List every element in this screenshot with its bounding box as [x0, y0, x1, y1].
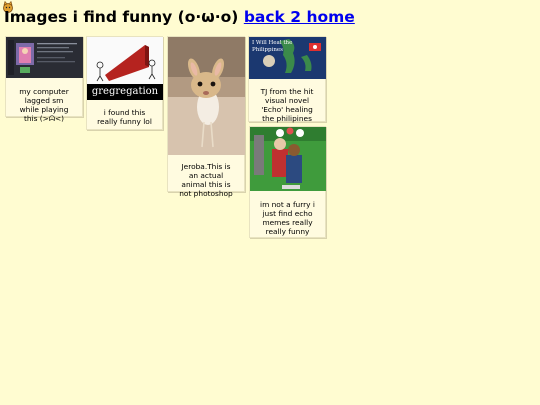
- image-caption: TJ from the hit visual novel 'Echo' heal…: [260, 87, 314, 123]
- image-caption: i found this really funny lol: [97, 108, 152, 126]
- back-home-link[interactable]: back 2 home: [244, 8, 355, 26]
- gregregation-text: gregregation: [91, 86, 159, 97]
- gallery-card[interactable]: Jeroba.This is an actual animal this is …: [167, 36, 245, 198]
- image-caption: im not a furry i just find echo memes re…: [260, 200, 315, 236]
- tj-thumb-text: I Will Heal the Philippines: [252, 40, 293, 53]
- page-header: Images i find funny (o·ω·o) back 2 home: [4, 8, 355, 26]
- image-caption: Jeroba.This is an actual animal this is …: [179, 162, 233, 198]
- jerboa-image[interactable]: [168, 37, 245, 155]
- echo-meme-image[interactable]: [250, 127, 326, 191]
- gallery-card[interactable]: I Will Heal the Philippines TJ from the …: [248, 36, 326, 123]
- gallery-card[interactable]: my computer lagged sm while playing this…: [5, 36, 83, 123]
- gregregation-image[interactable]: gregregation: [87, 37, 163, 100]
- gallery-card[interactable]: im not a furry i just find echo memes re…: [249, 126, 326, 238]
- tj-healing-image[interactable]: I Will Heal the Philippines: [249, 37, 326, 79]
- page-title: Images i find funny (o·ω·o): [4, 8, 239, 26]
- game-screenshot-image[interactable]: [6, 37, 83, 78]
- gallery-card[interactable]: gregregation i found this really funny l…: [86, 36, 163, 130]
- image-caption: my computer lagged sm while playing this…: [19, 87, 69, 123]
